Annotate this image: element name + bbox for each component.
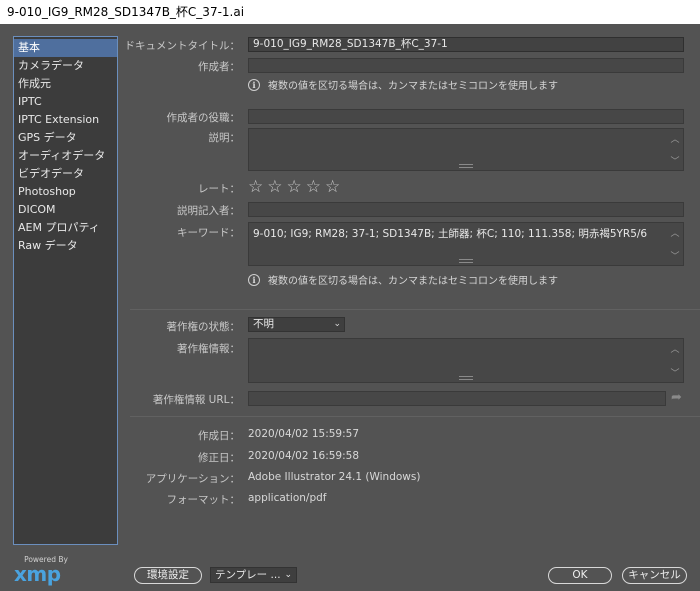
ok-button[interactable]: OK (548, 567, 612, 584)
star-icon-5[interactable]: ☆ (325, 179, 340, 196)
star-icon-2[interactable]: ☆ (267, 179, 282, 196)
sidebar-item-photoshop[interactable]: Photoshop (14, 183, 117, 201)
cancel-button[interactable]: キャンセル (622, 567, 687, 584)
open-url-arrow-icon[interactable]: ➦ (671, 390, 682, 405)
star-icon-1[interactable]: ☆ (248, 179, 263, 196)
created-label: 作成日： (198, 430, 240, 442)
settings-button[interactable]: 環境設定 (134, 567, 202, 584)
author-label: 作成者： (198, 61, 240, 73)
modified-value: 2020/04/02 16:59:58 (248, 450, 360, 462)
sidebar-item-origin[interactable]: 作成元 (14, 75, 117, 93)
section-divider (130, 309, 700, 310)
resize-grip-icon[interactable] (459, 259, 473, 263)
desc-writer-field[interactable] (248, 202, 684, 217)
keywords-hint: i 複数の値を区切る場合は、カンマまたはセミコロンを使用します (248, 272, 558, 287)
copyright-info-label: 著作権情報： (177, 343, 240, 355)
author-hint-text: 複数の値を区切る場合は、カンマまたはセミコロンを使用します (268, 81, 558, 92)
xmp-logo: Powered By xmp (14, 555, 74, 584)
resize-grip-icon[interactable] (459, 164, 473, 168)
author-role-label: 作成者の役職： (166, 112, 241, 124)
sidebar-item-aem-properties[interactable]: AEM プロパティ (14, 219, 117, 237)
window-title: 9-010_IG9_RM28_SD1347B_杯C_37-1.ai (0, 0, 700, 24)
scroll-up-icon[interactable]: ︿ (670, 132, 679, 145)
section-divider (130, 416, 700, 417)
template-dropdown-label: テンプレー ... (215, 569, 281, 581)
author-field[interactable] (248, 58, 684, 73)
scroll-up-icon[interactable]: ︿ (670, 226, 679, 239)
created-value: 2020/04/02 15:59:57 (248, 428, 360, 440)
doc-title-field[interactable]: 9-010_IG9_RM28_SD1347B_杯C_37-1 (248, 37, 684, 52)
resize-grip-icon[interactable] (459, 376, 473, 380)
template-dropdown[interactable]: テンプレー ... ⌄ (210, 567, 297, 583)
sidebar-item-gps-data[interactable]: GPS データ (14, 129, 117, 147)
copyright-url-label: 著作権情報 URL： (152, 394, 240, 406)
chevron-down-icon: ⌄ (333, 319, 341, 329)
doc-title-label: ドキュメントタイトル： (124, 40, 241, 52)
copyright-url-field[interactable] (248, 391, 666, 406)
rating-stars[interactable]: ☆ ☆ ☆ ☆ ☆ (248, 179, 340, 196)
application-label: アプリケーション： (145, 473, 240, 485)
copyright-info-textarea[interactable]: ︿ ﹀ (248, 338, 684, 383)
scroll-down-icon[interactable]: ﹀ (670, 366, 679, 379)
copyright-status-label: 著作権の状態： (166, 321, 241, 333)
keywords-label: キーワード： (177, 227, 240, 239)
format-value: application/pdf (248, 492, 327, 504)
sidebar-item-audio-data[interactable]: オーディオデータ (14, 147, 117, 165)
info-icon: i (248, 78, 260, 91)
keywords-textarea[interactable]: 9-010; IG9; RM28; 37-1; SD1347B; 土師器; 杯C… (248, 222, 684, 266)
scroll-up-icon[interactable]: ︿ (670, 342, 679, 355)
chevron-down-icon: ⌄ (284, 570, 292, 580)
keywords-scrollbar[interactable]: ︿ ﹀ (669, 226, 681, 262)
sidebar-item-iptc[interactable]: IPTC (14, 93, 117, 111)
application-value: Adobe Illustrator 24.1 (Windows) (248, 471, 421, 483)
category-list[interactable]: 基本 カメラデータ 作成元 IPTC IPTC Extension GPS デー… (13, 36, 118, 545)
copyright-info-scrollbar[interactable]: ︿ ﹀ (669, 342, 681, 379)
sidebar-item-raw-data[interactable]: Raw データ (14, 237, 117, 255)
scroll-down-icon[interactable]: ﹀ (670, 154, 679, 167)
copyright-status-select[interactable]: 不明 ⌄ (248, 317, 345, 332)
description-scrollbar[interactable]: ︿ ﹀ (669, 132, 681, 167)
author-hint: i 複数の値を区切る場合は、カンマまたはセミコロンを使用します (248, 77, 558, 92)
rating-label: レート： (198, 183, 240, 195)
star-icon-3[interactable]: ☆ (287, 179, 302, 196)
star-icon-4[interactable]: ☆ (306, 179, 321, 196)
author-role-field[interactable] (248, 109, 684, 124)
description-label: 説明： (208, 132, 241, 144)
modified-label: 修正日： (198, 452, 240, 464)
scroll-down-icon[interactable]: ﹀ (670, 249, 679, 262)
sidebar-item-video-data[interactable]: ビデオデータ (14, 165, 117, 183)
copyright-status-value: 不明 (253, 318, 274, 330)
info-icon: i (248, 273, 260, 286)
keywords-hint-text: 複数の値を区切る場合は、カンマまたはセミコロンを使用します (268, 276, 558, 287)
desc-writer-label: 説明記入者： (177, 205, 240, 217)
sidebar-item-basic[interactable]: 基本 (14, 39, 117, 57)
format-label: フォーマット： (166, 494, 241, 506)
sidebar-item-dicom[interactable]: DICOM (14, 201, 117, 219)
sidebar-item-camera-data[interactable]: カメラデータ (14, 57, 117, 75)
keywords-text: 9-010; IG9; RM28; 37-1; SD1347B; 土師器; 杯C… (253, 228, 648, 240)
xmp-logo-text: xmp (14, 562, 61, 586)
sidebar-item-iptc-extension[interactable]: IPTC Extension (14, 111, 117, 129)
description-textarea[interactable]: ︿ ﹀ (248, 128, 684, 171)
